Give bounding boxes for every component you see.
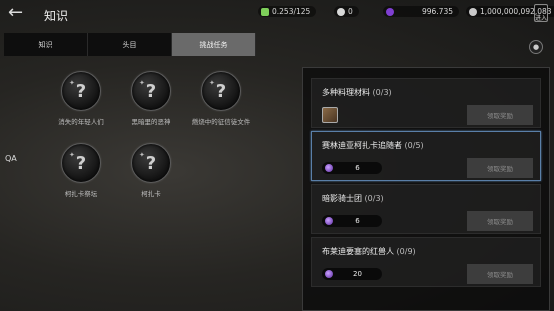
knowledge-item[interactable]: ✦? 消失的年轻人们 — [58, 71, 104, 126]
food-material-icon — [322, 107, 338, 123]
silver-icon — [469, 7, 477, 16]
question-mark-icon: ✦? — [61, 71, 101, 111]
knowledge-item[interactable]: ✦? 燃烧中的征信徒文件 — [192, 71, 250, 126]
back-arrow-icon[interactable]: ← — [8, 4, 28, 22]
claim-reward-button[interactable]: 领取奖励 — [467, 211, 533, 231]
reward-gem: 6 — [322, 162, 382, 174]
tab-knowledge[interactable]: 知识 — [4, 33, 88, 56]
tab-bosses[interactable]: 头目 — [88, 33, 172, 56]
knowledge-item[interactable]: ✦? 柯扎卡祭坛 — [58, 143, 104, 198]
gem-icon — [325, 217, 333, 225]
quest-title: 赛林迪亚柯扎卡追随者 (0/5) — [322, 141, 424, 150]
reward-gem: 6 — [322, 215, 382, 227]
quest-title: 多种料理材料 (0/3) — [322, 88, 392, 97]
stamina-icon — [261, 7, 269, 16]
claim-reward-button[interactable]: 领取奖励 — [467, 264, 533, 284]
quest-panel: 多种料理材料 (0/3) 领取奖励 赛林迪亚柯扎卡追随者 (0/5) 6 领取奖… — [302, 67, 550, 311]
claim-reward-button[interactable]: 领取奖励 — [467, 105, 533, 125]
question-mark-icon: ✦? — [131, 71, 171, 111]
quest-card[interactable]: 布莱迪要塞的红兽人 (0/9) 20 领取奖励 — [311, 237, 541, 287]
tab-challenges[interactable]: 挑战任务 — [172, 33, 256, 56]
question-mark-icon: ✦? — [201, 71, 241, 111]
tab-bar: 知识 头目 挑战任务 — [4, 33, 256, 56]
enter-button[interactable]: 进入 — [534, 4, 548, 22]
page-title: 知识 — [44, 9, 69, 23]
gem-icon — [325, 270, 333, 278]
gem-icon — [325, 164, 333, 172]
quest-card[interactable]: 暗影骑士团 (0/3) 6 领取奖励 — [311, 184, 541, 234]
quest-card[interactable]: 赛林迪亚柯扎卡追随者 (0/5) 6 领取奖励 — [311, 131, 541, 181]
quest-title: 布莱迪要塞的红兽人 (0/9) — [322, 247, 416, 256]
knowledge-item[interactable]: ✦? 柯扎卡 — [128, 143, 174, 198]
knowledge-item[interactable]: ✦? 黑暗里的恶神 — [128, 71, 174, 126]
gem-icon — [386, 7, 394, 16]
claim-reward-button[interactable]: 领取奖励 — [467, 158, 533, 178]
resource-gem: 996.735 — [383, 6, 459, 17]
profile-icon[interactable]: ● — [529, 40, 543, 54]
quest-title: 暗影骑士团 (0/3) — [322, 194, 384, 203]
resource-coin: 0 — [334, 6, 359, 17]
reward-gem: 20 — [322, 268, 382, 280]
quest-card[interactable]: 多种料理材料 (0/3) 领取奖励 — [311, 78, 541, 128]
question-mark-icon: ✦? — [131, 143, 171, 183]
coin-icon — [337, 7, 345, 16]
category-label: QA — [5, 154, 17, 163]
resource-stamina: 0.253/125 — [258, 6, 317, 17]
question-mark-icon: ✦? — [61, 143, 101, 183]
